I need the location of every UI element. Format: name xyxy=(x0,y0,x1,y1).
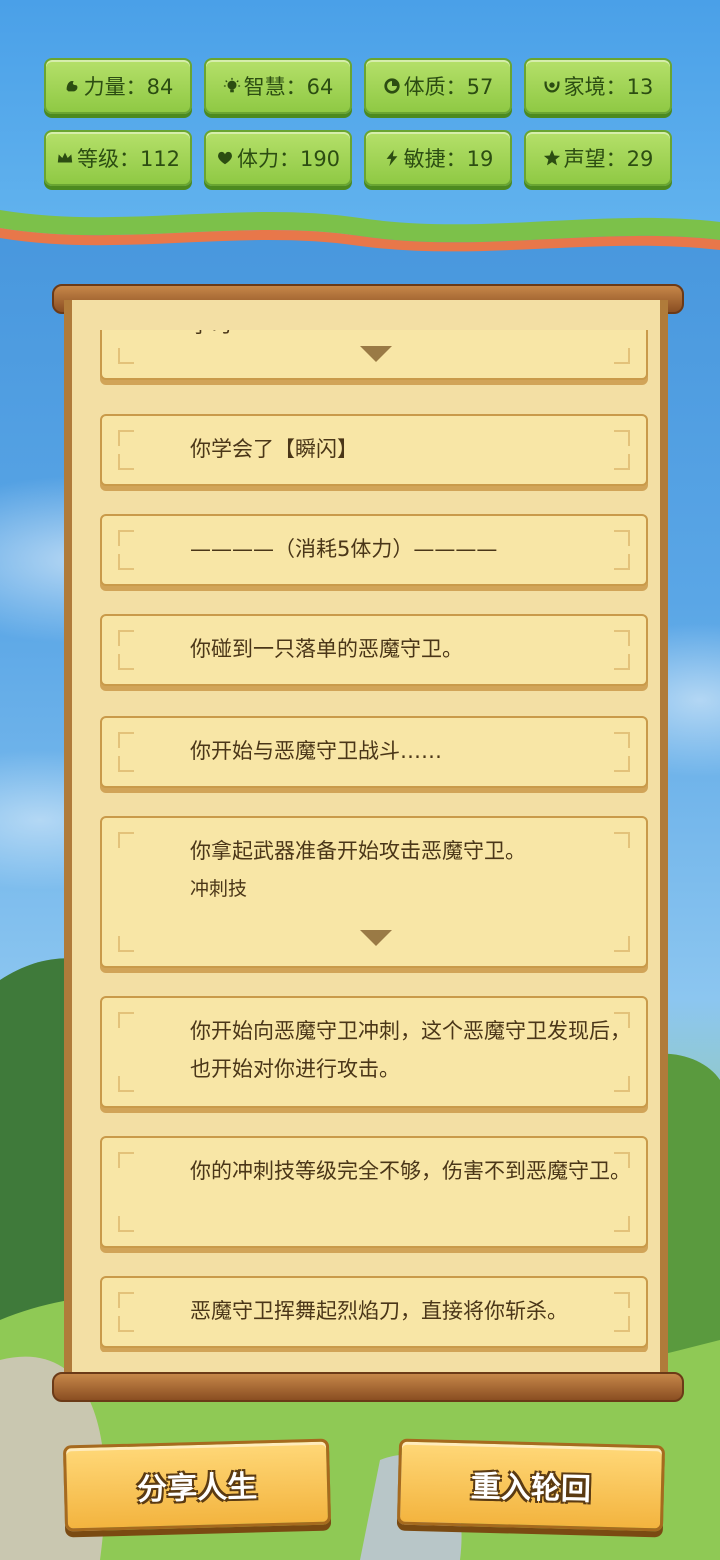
expand-arrow-icon[interactable] xyxy=(360,346,392,362)
log-separator-text: ————（消耗5体力）———— xyxy=(190,537,498,561)
log-entry-text: 恶魔守卫挥舞起烈焰刀，直接将你斩杀。 xyxy=(190,1299,568,1323)
log-entry-text: 你的冲刺技等级完全不够，伤害不到恶魔守卫。 xyxy=(190,1159,631,1183)
stat-family-label: 家境：13 xyxy=(563,75,654,99)
log-entry: 你开始向恶魔守卫冲刺，这个恶魔守卫发现后，也开始对你进行攻击。 xyxy=(100,996,648,1108)
log-entry-text: 你学会了【瞬闪】 xyxy=(190,437,358,461)
share-life-label: 分享人生 xyxy=(136,1469,258,1508)
stat-wisdom-label: 智慧：64 xyxy=(243,75,334,99)
log-entry: 你碰到一只落单的恶魔守卫。 xyxy=(100,614,648,686)
log-entry-text: 你碰到一只落单的恶魔守卫。 xyxy=(190,637,463,661)
heart-icon xyxy=(216,149,234,167)
share-life-button[interactable]: 分享人生 xyxy=(62,1438,332,1532)
scroll-bottom-rod xyxy=(52,1372,684,1402)
log-entry-text: 你开始向恶魔守卫冲刺，这个恶魔守卫发现后，也开始对你进行攻击。 xyxy=(190,1019,631,1081)
strength-icon xyxy=(63,77,81,95)
log-entry: 恶魔守卫挥舞起烈焰刀，直接将你斩杀。 xyxy=(100,1276,648,1348)
stat-constitution: 体质：57 xyxy=(364,58,512,114)
stat-grid: 力量：84 智慧：64 体质：57 家境：13 等级：112 体力：190 敏捷… xyxy=(44,58,680,186)
stat-wisdom: 智慧：64 xyxy=(204,58,352,114)
family-icon xyxy=(543,77,561,95)
stat-band-wave xyxy=(0,210,720,252)
log-entry-text: 你拿起武器准备开始攻击恶魔守卫。 xyxy=(190,839,526,863)
stat-level-label: 等级：112 xyxy=(76,147,181,171)
stat-strength-label: 力量：84 xyxy=(83,75,174,99)
stat-constitution-label: 体质：57 xyxy=(403,75,494,99)
body-icon xyxy=(383,77,401,95)
log-entry-subtext: 冲刺技 xyxy=(190,878,248,900)
log-entry-text: 学习 xyxy=(190,330,232,337)
log-entry-text: 你开始与恶魔守卫战斗…… xyxy=(190,739,442,763)
log-entry: ————（消耗5体力）———— xyxy=(100,514,648,586)
expand-arrow-icon[interactable] xyxy=(360,930,392,946)
event-log-list[interactable]: 学习 你学会了【瞬闪】 ————（消耗5体力）———— 你碰到一只落单的恶魔守卫… xyxy=(100,330,648,1352)
stat-family: 家境：13 xyxy=(524,58,672,114)
stat-reputation: 声望：29 xyxy=(524,130,672,186)
log-entry: 你学会了【瞬闪】 xyxy=(100,414,648,486)
star-icon xyxy=(543,149,561,167)
stat-agility-label: 敏捷：19 xyxy=(403,147,494,171)
stat-reputation-label: 声望：29 xyxy=(563,147,654,171)
bolt-icon xyxy=(383,149,401,167)
stat-stamina: 体力：190 xyxy=(204,130,352,186)
rebirth-button[interactable]: 重入轮回 xyxy=(396,1438,666,1532)
stat-level: 等级：112 xyxy=(44,130,192,186)
log-entry[interactable]: 你拿起武器准备开始攻击恶魔守卫。 冲刺技 xyxy=(100,816,648,968)
rebirth-label: 重入轮回 xyxy=(470,1469,592,1508)
bulb-icon xyxy=(223,77,241,95)
stat-agility: 敏捷：19 xyxy=(364,130,512,186)
stat-strength: 力量：84 xyxy=(44,58,192,114)
log-entry[interactable]: 学习 xyxy=(100,330,648,380)
log-entry: 你开始与恶魔守卫战斗…… xyxy=(100,716,648,788)
log-entry: 你的冲刺技等级完全不够，伤害不到恶魔守卫。 xyxy=(100,1136,648,1248)
stat-stamina-label: 体力：190 xyxy=(236,147,341,171)
crown-icon xyxy=(56,149,74,167)
